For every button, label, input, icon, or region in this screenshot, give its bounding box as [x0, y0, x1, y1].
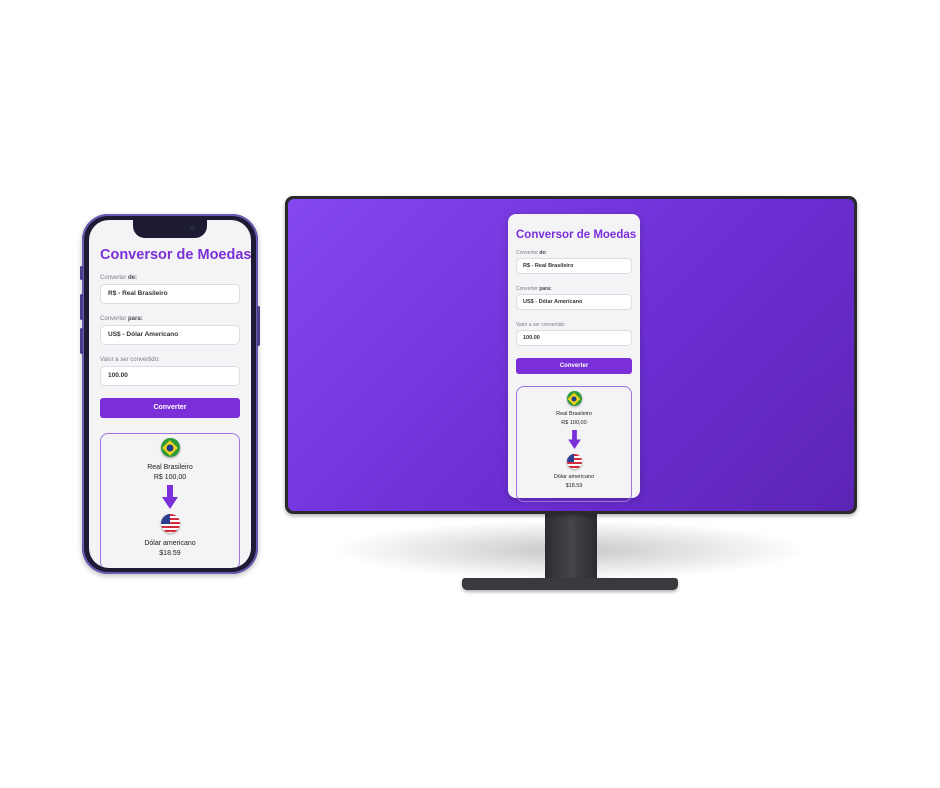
from-amount: R$ 100,00: [561, 420, 587, 426]
from-currency-name: Real Brasileiro: [556, 411, 592, 417]
brazil-flag-icon: [566, 391, 582, 406]
convert-button[interactable]: Converter: [100, 398, 240, 418]
amount-label: Valor a ser convertido:: [100, 357, 160, 363]
from-amount: R$ 100,00: [153, 474, 187, 481]
phone-power-button: [257, 306, 260, 346]
page-title: Conversor de Moedas: [100, 247, 251, 263]
to-currency-select[interactable]: US$ - Dólar Americano: [516, 294, 632, 310]
phone-volume-up: [80, 294, 83, 320]
phone-mute-switch: [80, 266, 83, 280]
result-panel: Real Brasileiro R$ 100,00 Dólar american…: [516, 386, 632, 502]
monitor-mockup: Conversor de Moedas Converter de: R$ - R…: [285, 196, 857, 514]
brazil-flag-icon: [160, 438, 180, 457]
to-label-text: Converter: [516, 286, 540, 292]
converter-app: Conversor de Moedas Converter de: R$ - R…: [89, 238, 251, 568]
from-currency-select[interactable]: R$ - Real Brasileiro: [516, 258, 632, 274]
from-currency-name: Real Brasileiro: [147, 464, 193, 471]
amount-input[interactable]: 100.00: [516, 330, 632, 346]
monitor-stand-base: [462, 578, 678, 590]
convert-button[interactable]: Converter: [516, 358, 632, 374]
to-label-text: Converter: [100, 316, 129, 322]
page-title: Conversor de Moedas: [516, 229, 637, 241]
to-label-bold: para:: [128, 316, 143, 322]
phone-mockup: Conversor de Moedas Converter de: R$ - R…: [80, 214, 260, 574]
to-currency-name: Dólar americano: [144, 540, 196, 547]
from-label-bold: de:: [539, 250, 547, 256]
usa-flag-icon: [566, 454, 582, 469]
to-label-bold: para:: [539, 286, 552, 292]
converter-app-desktop: Conversor de Moedas Converter de: R$ - R…: [508, 214, 640, 502]
from-label-bold: de:: [128, 275, 138, 281]
result-panel: Real Brasileiro R$ 100,00 Dólar american…: [100, 433, 240, 568]
usa-flag-icon: [160, 514, 180, 533]
amount-input[interactable]: 100.00: [100, 366, 240, 386]
arrow-down-icon: [517, 430, 631, 449]
monitor-screen: Conversor de Moedas Converter de: R$ - R…: [288, 199, 854, 511]
phone-screen: Conversor de Moedas Converter de: R$ - R…: [89, 220, 251, 568]
from-currency-label: Converter de:: [516, 250, 632, 256]
monitor-stand-neck: [545, 514, 597, 580]
to-currency-name: Dólar americano: [553, 474, 595, 480]
to-currency-label: Converter para:: [516, 286, 632, 292]
arrow-down-icon: [101, 485, 239, 509]
to-currency-select[interactable]: US$ - Dólar Americano: [100, 325, 240, 345]
to-amount: $18.59: [159, 550, 181, 557]
to-amount: $18.59: [565, 483, 583, 489]
from-label-text: Converter: [100, 275, 129, 281]
phone-volume-down: [80, 328, 83, 354]
from-label-text: Converter: [516, 250, 540, 256]
from-currency-select[interactable]: R$ - Real Brasileiro: [100, 284, 240, 304]
to-currency-label: Converter para:: [100, 316, 240, 322]
camera-icon: [190, 226, 195, 231]
from-currency-label: Converter de:: [100, 275, 240, 281]
phone-notch: [133, 220, 207, 238]
amount-label: Valor a ser convertido:: [516, 322, 566, 328]
